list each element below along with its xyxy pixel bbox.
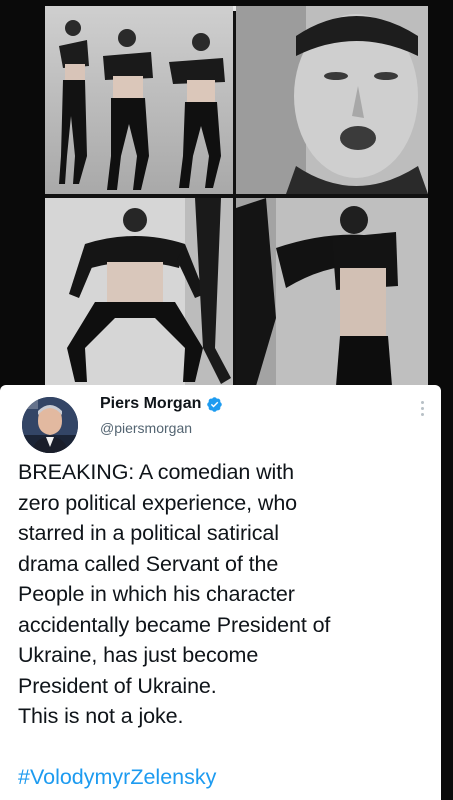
display-name[interactable]: Piers Morgan [100, 395, 201, 413]
collage-photo-dancers [45, 6, 233, 194]
verified-badge-icon [206, 396, 223, 413]
tweet-card[interactable]: Piers Morgan @piersmorgan BREAKING: A co… [0, 385, 441, 800]
avatar[interactable] [22, 397, 78, 453]
user-handle[interactable]: @piersmorgan [100, 420, 192, 436]
collage-photo-side-pose [236, 198, 428, 386]
more-options-icon[interactable] [413, 395, 431, 421]
screenshot-page: Piers Morgan @piersmorgan BREAKING: A co… [0, 0, 453, 800]
collage-photo-crouch [45, 198, 233, 386]
hashtag-link[interactable]: #VolodymyrZelensky [18, 762, 216, 792]
collage-photo-face [236, 6, 428, 194]
author-name-row[interactable]: Piers Morgan [100, 395, 223, 413]
photo-collage [45, 6, 428, 386]
tweet-text: BREAKING: A comedian with zero political… [18, 460, 331, 728]
